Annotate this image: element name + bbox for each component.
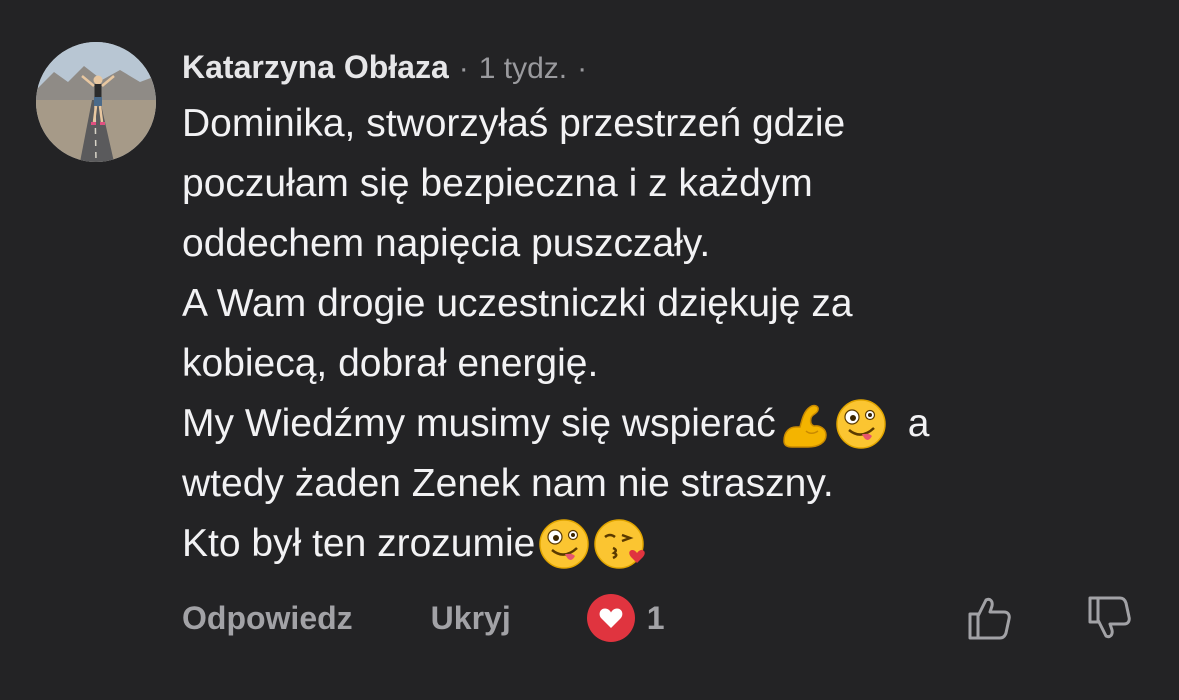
heart-icon bbox=[586, 594, 635, 642]
comment-meta: Katarzyna Obłaza · 1 tydz. · bbox=[182, 40, 1142, 94]
meta-separator: · bbox=[458, 52, 469, 85]
comment-time[interactable]: 1 tydz. bbox=[479, 42, 567, 96]
comment-body: Katarzyna Obłaza · 1 tydz. · Dominika, s… bbox=[182, 40, 1142, 574]
comment-text: Dominika, stworzyłaś przestrzeń gdzie po… bbox=[182, 94, 1142, 574]
comment-line: A Wam drogie uczestniczki dziękuję za bbox=[182, 282, 853, 325]
avatar[interactable] bbox=[36, 42, 156, 162]
comment-line-with-emoji: My Wiedźmy musimy się wspierać a bbox=[182, 394, 1142, 454]
zany-face-icon bbox=[834, 397, 888, 451]
zany-face-icon bbox=[537, 517, 591, 571]
comment-line: oddechem napięcia puszczały. bbox=[182, 222, 711, 265]
comment-line-text: My Wiedźmy musimy się wspierać bbox=[182, 402, 776, 445]
comment-actions: Odpowiedz Ukryj 1 bbox=[182, 590, 1142, 646]
comment-line: wtedy żaden Zenek nam nie straszny. bbox=[182, 462, 834, 505]
thumbs-down-icon[interactable] bbox=[1084, 592, 1136, 644]
reactions-summary[interactable]: 1 bbox=[586, 594, 665, 642]
author-name[interactable]: Katarzyna Obłaza bbox=[182, 40, 449, 94]
flexed-biceps-icon bbox=[778, 397, 832, 451]
reply-button[interactable]: Odpowiedz bbox=[182, 600, 353, 637]
comment-line: poczułam się bezpieczna i z każdym bbox=[182, 162, 813, 205]
meta-separator-trailing: · bbox=[577, 52, 588, 85]
comment-line-text: Kto był ten zrozumie bbox=[182, 522, 536, 565]
comment: Katarzyna Obłaza · 1 tydz. · Dominika, s… bbox=[0, 0, 1179, 700]
hide-button[interactable]: Ukryj bbox=[431, 600, 511, 637]
comment-line-suffix: a bbox=[907, 402, 930, 445]
comment-line: Dominika, stworzyłaś przestrzeń gdzie bbox=[182, 102, 846, 145]
comment-line: kobiecą, dobrał energię. bbox=[182, 342, 599, 385]
face-blowing-kiss-icon bbox=[593, 517, 647, 571]
reaction-count: 1 bbox=[646, 599, 665, 636]
thumbs-up-icon[interactable] bbox=[964, 592, 1016, 644]
comment-line-with-emoji: Kto był ten zrozumie bbox=[182, 514, 1142, 574]
